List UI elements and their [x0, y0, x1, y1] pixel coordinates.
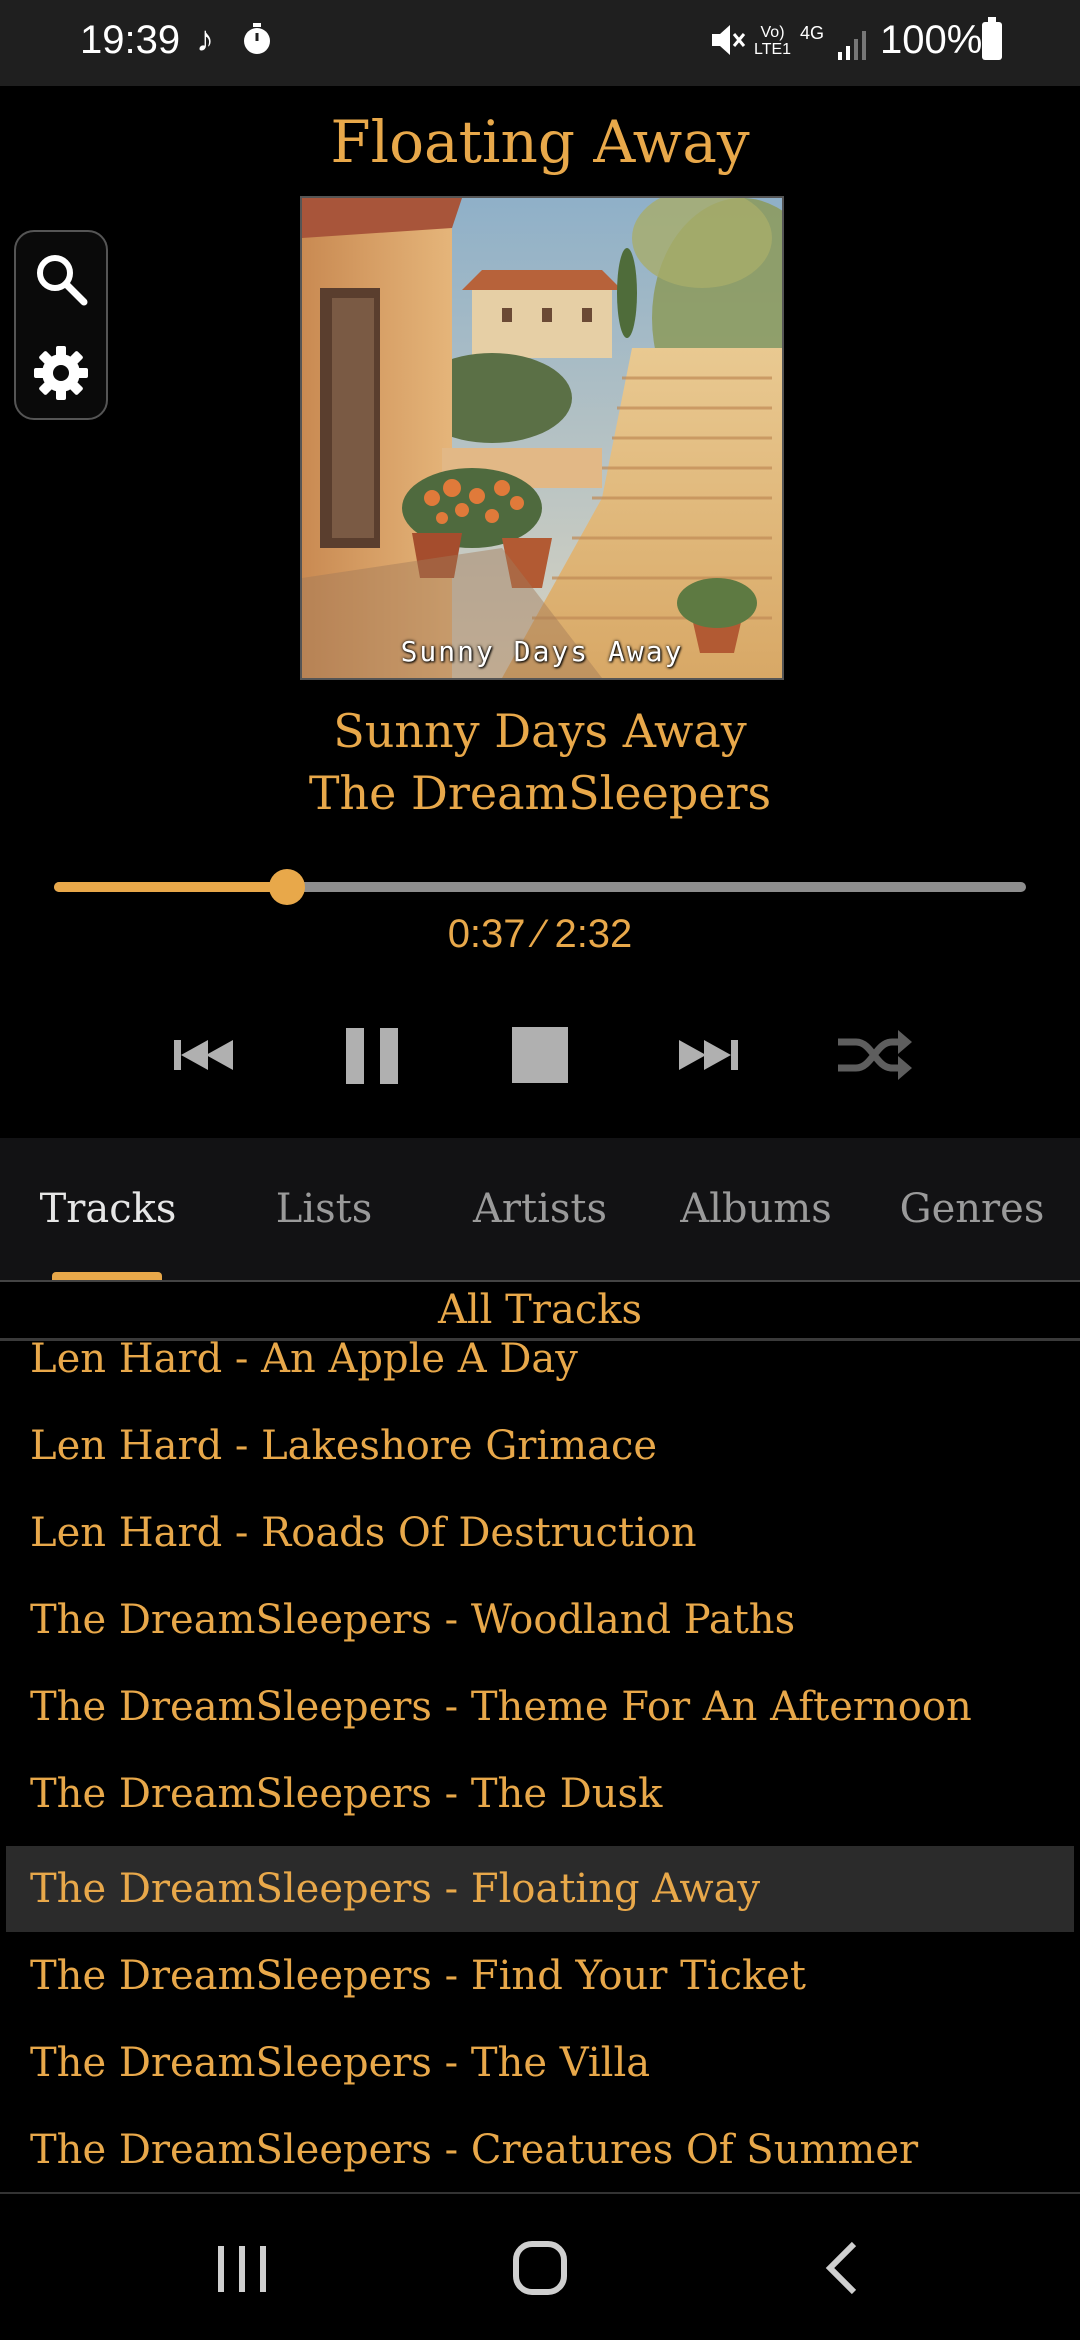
mute-icon — [712, 25, 746, 55]
library-tabs: Tracks Lists Artists Albums Genres — [0, 1138, 1080, 1282]
signal-icon — [838, 31, 866, 60]
tab-artists[interactable]: Artists — [432, 1186, 648, 1232]
album-painting — [302, 198, 782, 678]
status-bar: 19:39 ♪ Vo) LTE1 4G 100% — [0, 0, 1080, 86]
track-row[interactable]: The DreamSleepers - Theme For An Afterno… — [6, 1664, 1074, 1750]
tab-lists[interactable]: Lists — [216, 1186, 432, 1232]
time-readout: 0:37 ⁄ 2:32 — [447, 912, 633, 956]
now-playing-title: Floating Away — [330, 108, 750, 176]
track-row[interactable]: Len Hard - An Apple A Day — [6, 1340, 1074, 1402]
skip-previous-icon[interactable] — [164, 1020, 244, 1090]
album-art-caption: Sunny Days Away — [400, 635, 684, 668]
pause-icon[interactable] — [332, 1020, 412, 1090]
volte-indicator: Vo) LTE1 — [754, 24, 791, 58]
shuffle-icon[interactable] — [834, 1020, 914, 1090]
stop-icon[interactable] — [500, 1020, 580, 1090]
back-icon[interactable] — [820, 2240, 864, 2296]
battery-icon — [982, 17, 1002, 60]
track-name: Sunny Days Away — [333, 704, 747, 758]
seek-bar-fill — [54, 882, 288, 892]
track-row-selected[interactable]: The DreamSleepers - Floating Away — [6, 1846, 1074, 1932]
track-artist: The DreamSleepers — [308, 766, 772, 820]
track-row[interactable]: The DreamSleepers - The Villa — [6, 2020, 1074, 2106]
gear-icon[interactable] — [32, 344, 90, 402]
recent-apps-icon[interactable] — [212, 2242, 272, 2296]
track-row[interactable]: Len Hard - Lakeshore Grimace — [6, 1403, 1074, 1489]
system-nav-bar — [0, 2194, 1080, 2340]
seek-bar-thumb[interactable] — [269, 869, 306, 905]
tab-genres[interactable]: Genres — [864, 1186, 1080, 1232]
tab-tracks[interactable]: Tracks — [0, 1186, 216, 1232]
track-row[interactable]: The DreamSleepers - Find Your Ticket — [6, 1933, 1074, 2019]
track-row[interactable]: The DreamSleepers - The Dusk — [6, 1751, 1074, 1837]
list-header: All Tracks — [0, 1282, 1080, 1341]
track-row[interactable]: The DreamSleepers - Woodland Paths — [6, 1577, 1074, 1663]
volte-line2: LTE1 — [754, 41, 792, 58]
track-list[interactable]: Len Hard - An Apple A Day Len Hard - Lak… — [0, 1340, 1080, 2192]
side-toolbar — [14, 230, 108, 420]
active-tab-indicator — [52, 1272, 162, 1280]
volte-line1: Vo) — [760, 24, 785, 41]
battery-percent: 100% — [880, 18, 983, 62]
home-icon[interactable] — [510, 2238, 570, 2298]
network-type: 4G — [800, 23, 825, 43]
timer-icon — [244, 23, 270, 54]
playback-controls — [0, 1010, 1080, 1100]
album-art: Sunny Days Away — [300, 196, 784, 680]
seek-bar[interactable] — [54, 869, 1026, 905]
status-time: 19:39 — [80, 18, 181, 62]
track-row[interactable]: Len Hard - Roads Of Destruction — [6, 1490, 1074, 1576]
search-icon[interactable] — [32, 250, 90, 308]
track-row[interactable]: The DreamSleepers - Creatures Of Summer — [6, 2107, 1074, 2192]
music-note-icon: ♪ — [196, 18, 214, 59]
skip-next-icon[interactable] — [668, 1020, 748, 1090]
tab-albums[interactable]: Albums — [648, 1186, 864, 1232]
